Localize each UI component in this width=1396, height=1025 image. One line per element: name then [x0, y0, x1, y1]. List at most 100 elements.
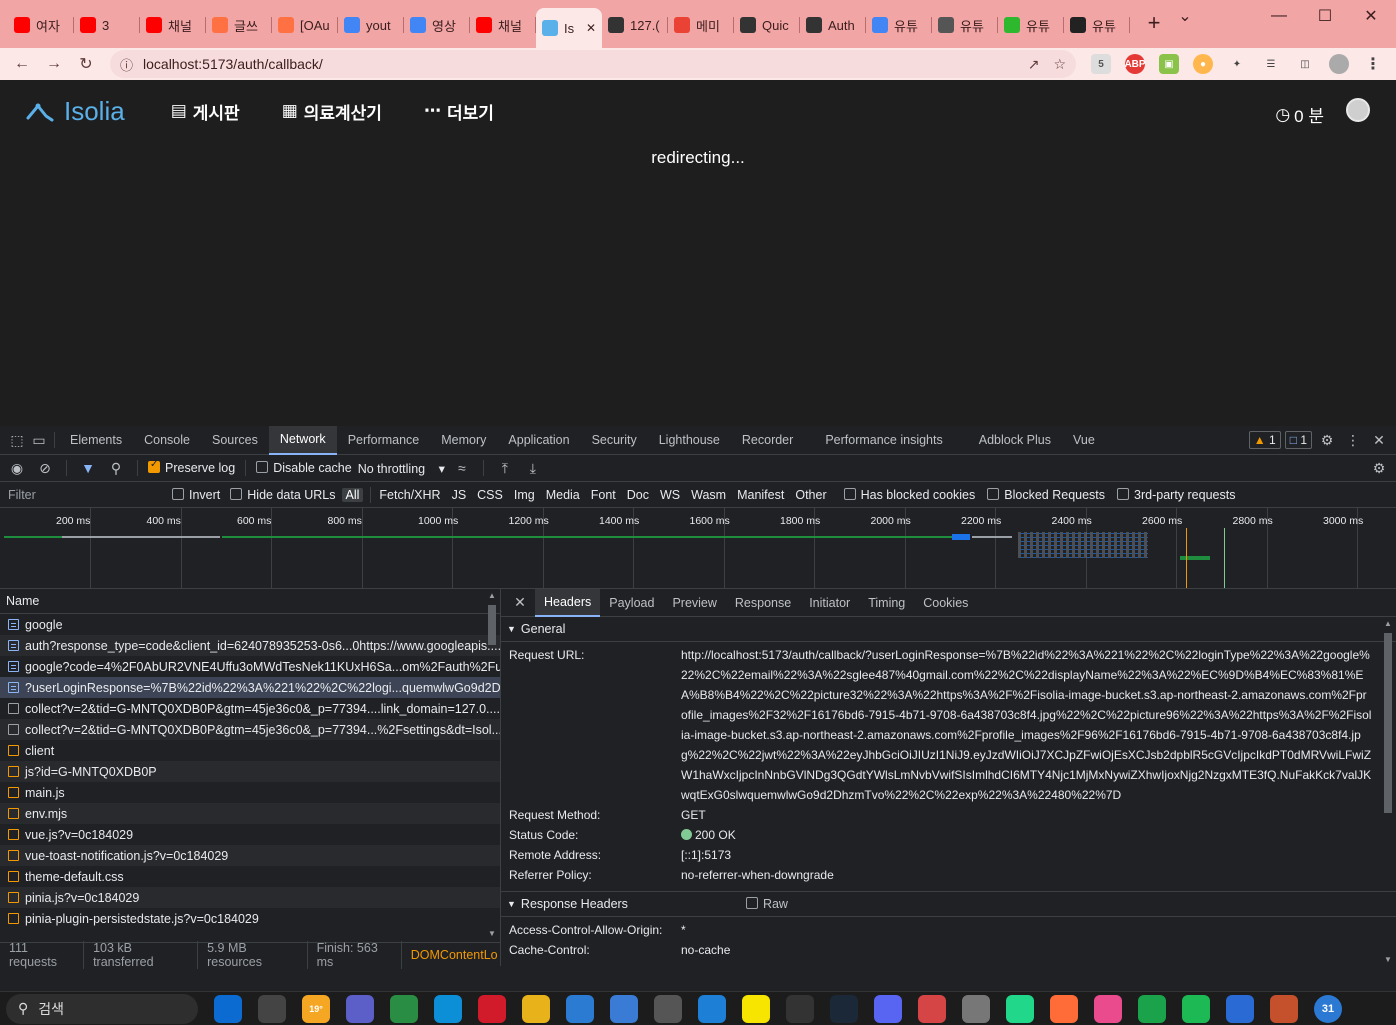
photos-icon[interactable] — [610, 994, 638, 1023]
spotify-icon[interactable] — [1182, 994, 1210, 1023]
detail-tab-response[interactable]: Response — [726, 589, 800, 617]
app-logo[interactable]: Isolia — [26, 96, 125, 127]
network-settings-gear-icon[interactable]: ⚙ — [1368, 457, 1390, 479]
opera-icon[interactable] — [478, 994, 506, 1023]
checkbox-unchecked[interactable] — [172, 487, 184, 500]
tab-search-chevron-icon[interactable]: ⌄ — [1162, 0, 1208, 32]
site-info-icon[interactable]: ⓘ — [120, 55, 133, 74]
close-window-icon[interactable]: ✕ — [1348, 0, 1394, 32]
copilot-icon[interactable] — [214, 994, 242, 1023]
header-value[interactable]: no-referrer-when-downgrade — [681, 865, 1373, 885]
request-row[interactable]: collect?v=2&tid=G-MNTQ0XDB0P&gtm=45je36c… — [0, 719, 500, 740]
clear-icon[interactable]: ⊘ — [34, 457, 56, 479]
back-button[interactable]: ← — [8, 50, 36, 78]
vscode-icon[interactable] — [698, 994, 726, 1023]
filter-input[interactable]: Filter — [0, 488, 172, 502]
scroll-down-icon[interactable]: ▼ — [488, 929, 496, 938]
devtools-tab-memory[interactable]: Memory — [430, 426, 497, 455]
profile-avatar-icon[interactable] — [1329, 54, 1349, 74]
checkbox-unchecked[interactable] — [1117, 487, 1130, 500]
network-conditions-icon[interactable]: ≈ — [451, 457, 473, 479]
header-value[interactable]: 200 OK — [681, 825, 1373, 845]
clion-icon[interactable] — [1226, 994, 1254, 1023]
calculator-icon[interactable] — [654, 994, 682, 1023]
browser-tab[interactable]: 여자 — [8, 8, 74, 42]
detail-tab-initiator[interactable]: Initiator — [800, 589, 859, 617]
request-row[interactable]: pinia.js?v=0c184029 — [0, 887, 500, 908]
devtools-tab-lighthouse[interactable]: Lighthouse — [648, 426, 731, 455]
browser-tab[interactable]: 글쓰 — [206, 8, 272, 42]
edge-icon[interactable] — [434, 994, 462, 1023]
checkbox-unchecked[interactable] — [987, 487, 1000, 500]
request-row[interactable]: env.mjs — [0, 803, 500, 824]
network-overview-timeline[interactable]: 200 ms 400 ms 600 ms 800 ms 1000 ms 1200 ms 14… — [0, 508, 1396, 589]
store-icon[interactable] — [1270, 994, 1298, 1023]
nav-medical-calculator[interactable]: ▦ 의료계산기 — [282, 99, 382, 124]
warnings-badge[interactable]: ▲ 1 — [1248, 431, 1281, 449]
clock-icon[interactable] — [962, 994, 990, 1023]
header-value[interactable]: no-cache — [681, 940, 1373, 960]
import-har-icon[interactable]: ⤒ — [494, 457, 516, 479]
detail-tab-preview[interactable]: Preview — [663, 589, 725, 617]
throttling-select[interactable]: No throttling ▾ — [358, 461, 445, 476]
bookmark-star-icon[interactable]: ☆ — [1053, 56, 1066, 73]
close-devtools-icon[interactable]: ✕ — [1368, 429, 1390, 451]
terminal-icon[interactable] — [786, 994, 814, 1023]
request-row[interactable]: main.js — [0, 782, 500, 803]
devtools-tab-security[interactable]: Security — [581, 426, 648, 455]
forward-button[interactable]: → — [40, 50, 68, 78]
record-icon[interactable]: ◉ — [6, 457, 28, 479]
request-row[interactable]: auth?response_type=code&client_id=624078… — [0, 635, 500, 656]
devtools-tab-network[interactable]: Network — [268, 425, 337, 455]
checkbox-checked[interactable] — [148, 459, 160, 473]
taskbar-search[interactable]: ⚲ 검색 — [6, 993, 198, 1024]
browser-tab[interactable]: 유튜 — [998, 8, 1064, 42]
browser-tab[interactable]: Quic — [734, 8, 800, 42]
discord-icon[interactable] — [874, 994, 902, 1023]
teams-icon[interactable] — [346, 994, 374, 1023]
extension-color-icon[interactable]: ▣ — [1159, 54, 1179, 74]
name-column-header[interactable]: Name — [0, 589, 500, 614]
filter-type-fetch-xhr[interactable]: Fetch/XHR — [375, 488, 444, 502]
checkbox-unchecked[interactable] — [256, 461, 269, 473]
inspect-element-icon[interactable]: ⬚ — [6, 429, 28, 451]
request-row[interactable]: client — [0, 740, 500, 761]
filter-type-all[interactable]: All — [341, 487, 364, 502]
detail-tab-cookies[interactable]: Cookies — [914, 589, 977, 617]
extension-tab-icon[interactable]: 5 — [1091, 54, 1111, 74]
address-bar[interactable]: ⓘ localhost:5173/auth/callback/ ↗ ☆ — [110, 50, 1076, 78]
devtools-tab-sources[interactable]: Sources — [201, 426, 269, 455]
header-value[interactable]: [::1]:5173 — [681, 845, 1373, 865]
notepad-icon[interactable] — [566, 994, 594, 1023]
detail-tab-timing[interactable]: Timing — [859, 589, 914, 617]
request-row[interactable]: vue-toast-notification.js?v=0c184029 — [0, 845, 500, 866]
browser-tab[interactable]: 유튜 — [932, 8, 998, 42]
nav-more[interactable]: ⋯ 더보기 — [424, 99, 494, 124]
browser-tab[interactable]: Is ✕ — [536, 8, 602, 48]
request-row[interactable]: js?id=G-MNTQ0XDB0P — [0, 761, 500, 782]
filter-type-font[interactable]: Font — [587, 488, 620, 502]
settings-gear-icon[interactable]: ⚙ — [1316, 429, 1338, 451]
checkbox-unchecked[interactable] — [745, 897, 758, 909]
maximize-icon[interactable]: ☐ — [1302, 0, 1348, 32]
extension-orange-icon[interactable]: ● — [1193, 54, 1213, 74]
pycharm-icon[interactable] — [1006, 994, 1034, 1023]
devtools-tab-application[interactable]: Application — [497, 426, 580, 455]
request-row[interactable]: pinia-plugin-persistedstate.js?v=0c18402… — [0, 908, 500, 929]
raw-checkbox[interactable]: Raw — [745, 897, 788, 911]
browser-tab[interactable]: 채널 — [140, 8, 206, 42]
devtools-tab-recorder[interactable]: Recorder — [731, 426, 804, 455]
media-queue-icon[interactable]: ☰ — [1261, 54, 1281, 74]
filter-type-css[interactable]: CSS — [473, 488, 507, 502]
close-tab-icon[interactable]: ✕ — [586, 21, 596, 35]
request-row[interactable]: theme-default.css — [0, 866, 500, 887]
checkbox-unchecked[interactable] — [843, 487, 856, 500]
side-panel-icon[interactable]: ◫ — [1295, 54, 1315, 74]
browser-tab[interactable]: [OAu — [272, 8, 338, 42]
detail-scrollbar[interactable]: ▲ ▼ — [1383, 617, 1393, 966]
browser-tab[interactable]: 유튜 — [1064, 8, 1130, 42]
devtools-tab-performance[interactable]: Performance — [337, 426, 431, 455]
devtools-tab-performance-insights[interactable]: Performance insights — [814, 426, 953, 455]
request-row[interactable]: vue.js?v=0c184029 — [0, 824, 500, 845]
devtools-tab-vue[interactable]: Vue — [1062, 426, 1106, 455]
